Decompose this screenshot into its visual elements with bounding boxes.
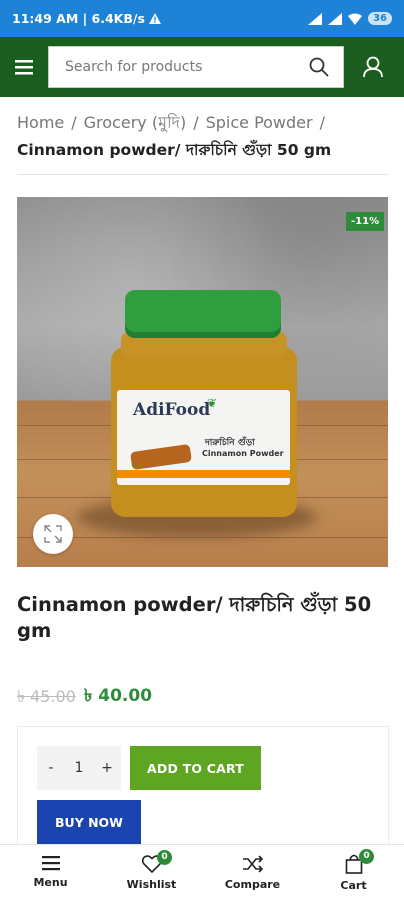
nav-wishlist-label: Wishlist — [126, 877, 177, 891]
breadcrumb-home[interactable]: Home — [17, 113, 64, 132]
wifi-icon — [348, 13, 363, 25]
warning-icon — [148, 13, 161, 24]
battery-badge: 36 — [368, 12, 392, 25]
nav-menu-label: Menu — [33, 876, 68, 889]
breadcrumb-current: Cinnamon powder/ দারুচিনি গুঁড়া 50 gm — [17, 141, 332, 159]
sale-price: ৳ 40.00 — [83, 686, 153, 706]
jar-label-bn: দারুচিনি গুঁড়া — [205, 438, 255, 448]
breadcrumb-spice-powder[interactable]: Spice Powder — [206, 113, 313, 132]
nav-cart[interactable]: 0 Cart — [303, 848, 404, 892]
search-input[interactable] — [63, 58, 287, 76]
search-box — [48, 46, 344, 88]
quantity-value[interactable]: 1 — [65, 760, 93, 776]
nav-compare-label: Compare — [224, 877, 281, 891]
user-icon — [363, 56, 383, 78]
menu-button[interactable] — [0, 37, 48, 97]
product-title: Cinnamon powder/ দারুচিনি গুঁড়া 50 gm — [17, 593, 372, 642]
status-time: 11:49 AM | 6.4KB/s — [12, 11, 145, 26]
hamburger-icon — [15, 59, 33, 74]
hamburger-icon — [41, 856, 60, 871]
divider — [17, 174, 389, 175]
signal-icon-2 — [328, 12, 343, 25]
quantity-stepper: - 1 + — [37, 746, 121, 790]
nav-compare[interactable]: Compare — [202, 854, 303, 891]
jar-label-stripe — [117, 470, 290, 478]
sale-badge: -11% — [346, 212, 385, 231]
shuffle-icon — [242, 854, 263, 873]
quantity-plus-button[interactable]: + — [93, 760, 121, 776]
wishlist-count-badge: 0 — [157, 849, 172, 865]
buy-now-button[interactable]: BUY NOW — [37, 800, 141, 844]
bottom-nav: Menu 0 Wishlist Compare 0 Cart — [0, 844, 404, 900]
breadcrumb-separator: / — [319, 113, 325, 132]
jar-brand-logo: AdiFood — [133, 400, 211, 420]
old-price: ৳ 45.00 — [17, 686, 76, 706]
add-to-cart-button[interactable]: ADD TO CART — [130, 746, 261, 790]
breadcrumb: Home / Grocery (মুদি) / Spice Powder / Cinnam… — [17, 111, 389, 162]
account-button[interactable] — [344, 37, 402, 97]
signal-icon — [308, 12, 323, 25]
nav-wishlist[interactable]: 0 Wishlist — [101, 849, 202, 891]
jar-lid — [125, 290, 281, 338]
price-row: ৳ 45.00 ৳ 40.00 — [17, 683, 152, 711]
nav-menu[interactable]: Menu — [0, 856, 101, 889]
breadcrumb-separator: / — [193, 113, 199, 132]
status-bar: 11:49 AM | 6.4KB/s 36 — [0, 0, 404, 37]
leaf-icon: ❦ — [207, 396, 218, 410]
search-icon[interactable] — [309, 57, 329, 77]
cinnamon-stick-graphic — [130, 443, 192, 471]
product-image[interactable]: AdiFood ❦ দারুচিনি গুঁড়া Cinnamon Powde… — [17, 197, 388, 567]
breadcrumb-separator: / — [71, 113, 77, 132]
expand-icon — [44, 525, 62, 543]
jar-label-en: Cinnamon Powder — [202, 449, 284, 458]
breadcrumb-grocery[interactable]: Grocery (মুদি) — [84, 113, 187, 132]
cart-count-badge: 0 — [359, 848, 374, 864]
nav-cart-label: Cart — [340, 878, 367, 892]
zoom-button[interactable] — [33, 514, 73, 554]
jar-label: AdiFood ❦ দারুচিনি গুঁড়া Cinnamon Powde… — [117, 390, 290, 485]
quantity-minus-button[interactable]: - — [37, 760, 65, 776]
site-header — [0, 37, 404, 97]
